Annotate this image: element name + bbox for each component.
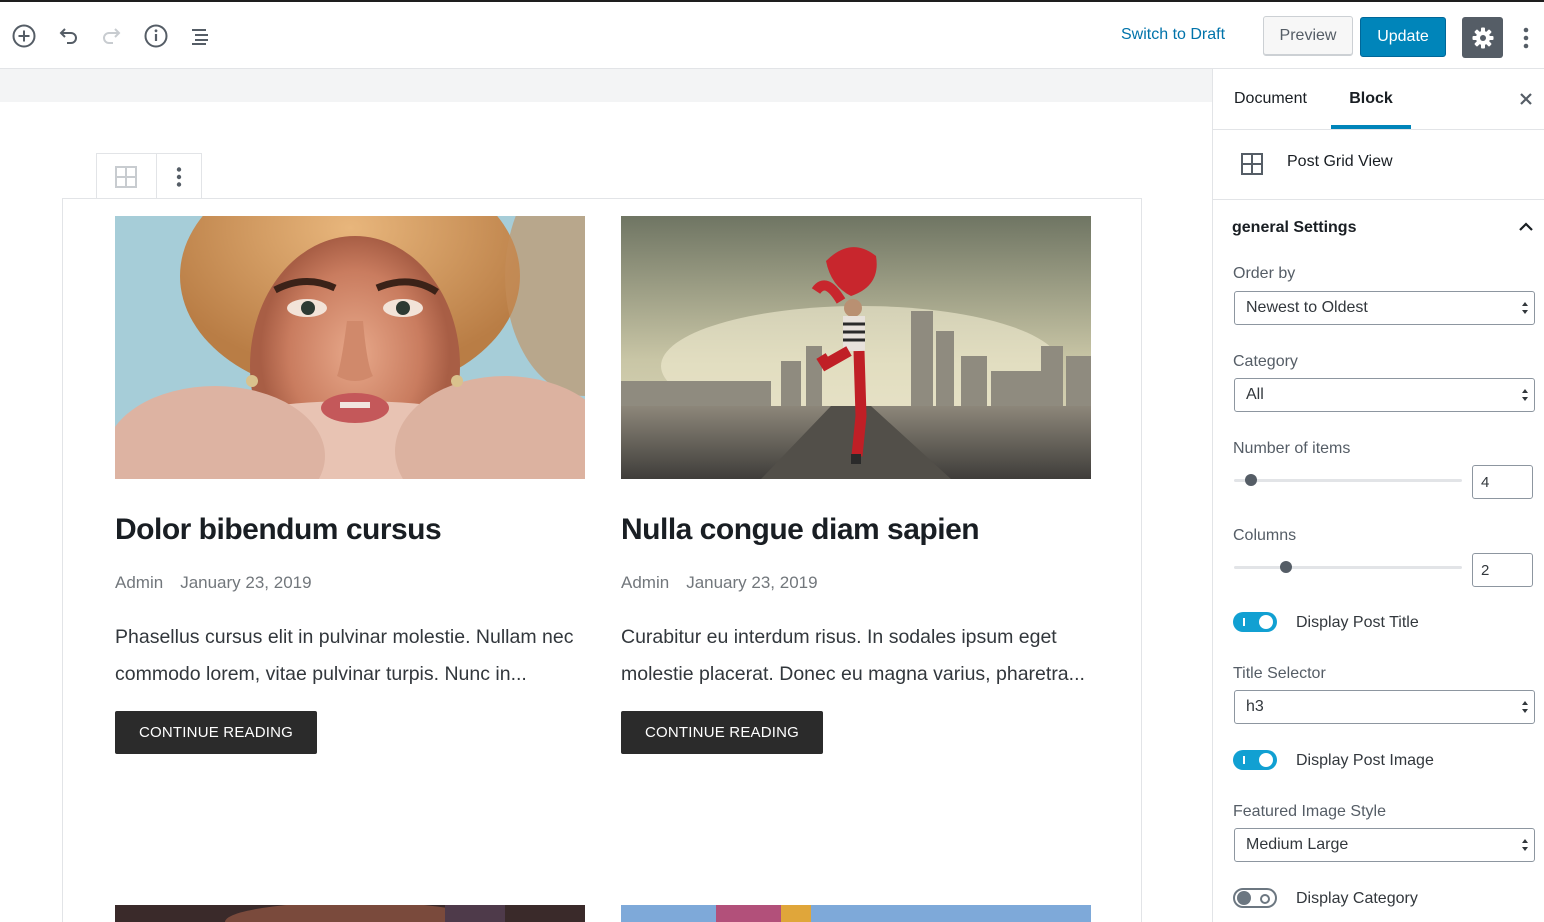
redo-icon[interactable] xyxy=(98,22,126,50)
editor-top-strip xyxy=(0,69,1212,102)
settings-sidebar: Document Block Post Grid View general Se… xyxy=(1212,69,1544,922)
columns-input[interactable]: 2 xyxy=(1472,553,1533,587)
select-arrows-icon xyxy=(1522,701,1528,713)
display-post-title-toggle[interactable] xyxy=(1233,612,1277,632)
post-author[interactable]: Admin xyxy=(621,573,669,592)
grid-icon xyxy=(115,165,138,188)
active-tab-indicator xyxy=(1331,125,1411,129)
order-by-label: Order by xyxy=(1233,265,1296,282)
post-excerpt: Phasellus cursus elit in pulvinar molest… xyxy=(115,626,574,685)
number-of-items-label: Number of items xyxy=(1233,440,1351,457)
title-selector-label: Title Selector xyxy=(1233,665,1326,682)
more-vertical-icon xyxy=(176,166,182,187)
switch-to-draft-link[interactable]: Switch to Draft xyxy=(1121,26,1225,44)
gear-icon xyxy=(1472,27,1493,48)
featured-image-style-label: Featured Image Style xyxy=(1233,803,1386,820)
settings-button[interactable] xyxy=(1462,17,1503,58)
block-type-button[interactable] xyxy=(97,154,156,199)
category-select[interactable]: All xyxy=(1234,378,1535,412)
slider-thumb[interactable] xyxy=(1245,474,1257,486)
block-name: Post Grid View xyxy=(1287,153,1393,170)
post-title[interactable]: Dolor bibendum cursus xyxy=(115,512,585,548)
order-by-value: Newest to Oldest xyxy=(1246,299,1368,316)
title-selector-value: h3 xyxy=(1246,698,1264,715)
post-image xyxy=(621,216,1091,479)
block-toolbar xyxy=(96,153,202,199)
category-label: Category xyxy=(1233,353,1298,370)
display-category-toggle[interactable] xyxy=(1233,888,1277,908)
select-arrows-icon xyxy=(1522,389,1528,401)
slider-thumb[interactable] xyxy=(1280,561,1292,573)
post-image xyxy=(115,216,585,479)
display-category-label: Display Category xyxy=(1296,890,1418,907)
info-icon[interactable] xyxy=(142,22,170,50)
tab-block[interactable]: Block xyxy=(1331,69,1411,129)
continue-reading-button[interactable]: CONTINUE READING xyxy=(621,711,824,754)
more-vertical-icon xyxy=(1523,27,1529,49)
order-by-select[interactable]: Newest to Oldest xyxy=(1234,291,1535,325)
post-card: Nulla congue diam sapien Admin January 23… xyxy=(621,216,1091,754)
post-meta: Admin January 23, 2019 xyxy=(115,573,585,593)
post-title[interactable]: Nulla congue diam sapien xyxy=(621,512,1091,548)
tab-document[interactable]: Document xyxy=(1234,69,1307,129)
display-post-image-label: Display Post Image xyxy=(1296,752,1434,769)
display-post-image-toggle[interactable] xyxy=(1233,750,1277,770)
chevron-up-icon[interactable] xyxy=(1518,219,1534,235)
post-card: Dolor bibendum cursus Admin January 23, 2… xyxy=(115,216,585,754)
grid-icon xyxy=(1241,153,1263,175)
post-meta: Admin January 23, 2019 xyxy=(621,573,1091,593)
number-of-items-input[interactable]: 4 xyxy=(1472,465,1533,499)
post-author[interactable]: Admin xyxy=(115,573,163,592)
undo-icon[interactable] xyxy=(54,22,82,50)
post-image xyxy=(115,905,585,922)
panel-title[interactable]: general Settings xyxy=(1232,219,1356,237)
post-date: January 23, 2019 xyxy=(180,573,312,592)
select-arrows-icon xyxy=(1522,839,1528,851)
featured-image-style-value: Medium Large xyxy=(1246,836,1349,853)
outline-icon[interactable] xyxy=(186,22,214,50)
select-arrows-icon xyxy=(1522,302,1528,314)
close-sidebar-button[interactable] xyxy=(1515,88,1537,110)
featured-image-style-select[interactable]: Medium Large xyxy=(1234,828,1535,862)
post-date: January 23, 2019 xyxy=(686,573,818,592)
more-options-button[interactable] xyxy=(1514,24,1538,52)
display-post-title-label: Display Post Title xyxy=(1296,614,1419,631)
number-of-items-slider[interactable] xyxy=(1234,474,1462,486)
block-more-button[interactable] xyxy=(155,154,201,199)
editor-header: Switch to Draft Preview Update xyxy=(0,0,1544,69)
add-block-icon[interactable] xyxy=(10,22,38,50)
close-icon xyxy=(1520,93,1532,105)
continue-reading-button[interactable]: CONTINUE READING xyxy=(115,711,318,754)
update-button[interactable]: Update xyxy=(1360,17,1446,57)
preview-button[interactable]: Preview xyxy=(1263,16,1353,56)
category-value: All xyxy=(1246,386,1264,403)
post-excerpt: Curabitur eu interdum risus. In sodales … xyxy=(621,626,1085,685)
columns-slider[interactable] xyxy=(1234,561,1462,573)
title-selector-select[interactable]: h3 xyxy=(1234,690,1535,724)
columns-label: Columns xyxy=(1233,527,1297,544)
sidebar-tabs: Document Block xyxy=(1213,69,1544,130)
post-image xyxy=(621,905,1091,922)
block-card: Post Grid View xyxy=(1213,130,1544,200)
editor-canvas: Dolor bibendum cursus Admin January 23, 2… xyxy=(0,69,1212,922)
